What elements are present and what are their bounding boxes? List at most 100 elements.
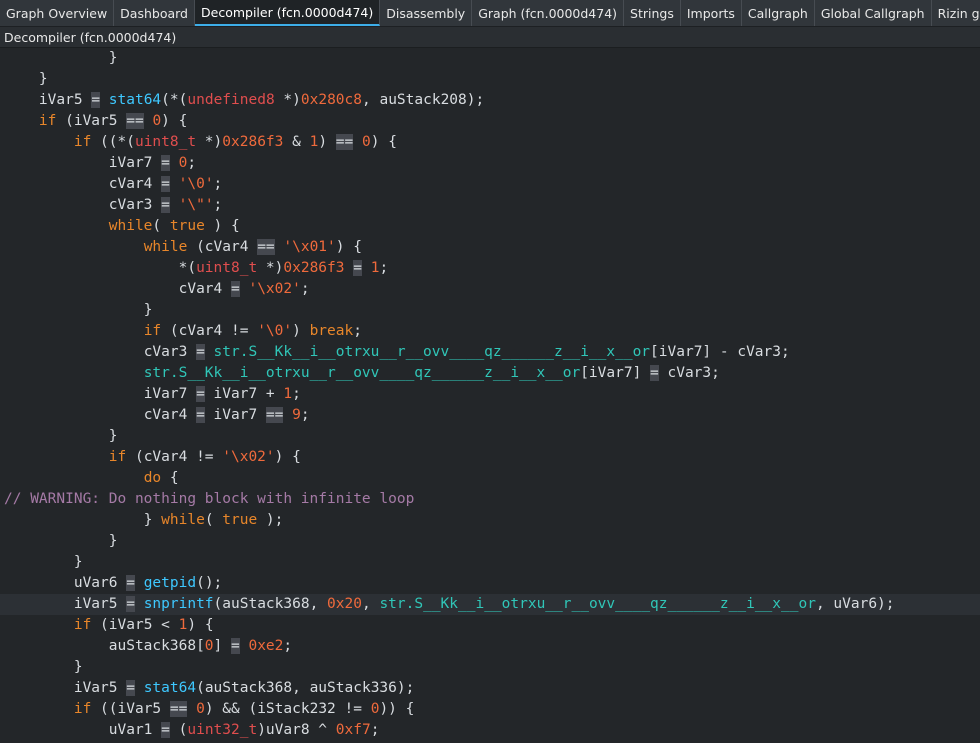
code-token: ) { xyxy=(274,449,301,465)
code-line[interactable]: } xyxy=(0,531,980,552)
code-token: 0x20 xyxy=(327,596,362,612)
code-line[interactable]: iVar7 = iVar7 + 1; xyxy=(0,384,980,405)
code-line[interactable]: while( true ) { xyxy=(0,216,980,237)
code-line[interactable]: uVar6 = getpid(); xyxy=(0,573,980,594)
tab-global-callgraph[interactable]: Global Callgraph xyxy=(815,0,932,26)
code-token: ) { xyxy=(335,239,362,255)
code-token: // WARNING: Do nothing block with infini… xyxy=(4,491,415,507)
code-token: cVar3 xyxy=(108,197,162,213)
code-token: cVar4 xyxy=(108,176,162,192)
code-token: (auStack368, auStack336); xyxy=(196,680,415,696)
code-token: '\x02' xyxy=(248,281,301,297)
code-line[interactable]: cVar3 = '\"'; xyxy=(0,195,980,216)
code-line[interactable]: } xyxy=(0,552,980,573)
code-token: ( xyxy=(152,218,170,234)
code-line[interactable]: if (cVar4 != '\0') break; xyxy=(0,321,980,342)
code-line[interactable]: auStack368[0] = 0xe2; xyxy=(0,636,980,657)
code-line[interactable]: } xyxy=(0,69,980,90)
tab-rizin-graphs[interactable]: Rizin graphs xyxy=(932,0,980,26)
code-token: iVar5 xyxy=(38,92,92,108)
code-line[interactable]: iVar5 = stat64(*(undefined8 *)0x280c8, a… xyxy=(0,90,980,111)
code-token: iVar7 xyxy=(108,155,162,171)
code-token: (iVar5 xyxy=(56,113,127,129)
code-line[interactable]: } xyxy=(0,657,980,678)
code-line[interactable]: cVar3 = str.S__Kk__i__otrxu__r__ovv____q… xyxy=(0,342,980,363)
code-token: *) xyxy=(257,260,284,276)
code-token: 1 xyxy=(283,386,293,402)
code-line[interactable]: } while( true ); xyxy=(0,510,980,531)
code-token: = xyxy=(126,680,135,696)
code-token: ) { xyxy=(161,113,188,129)
code-token: if xyxy=(38,113,57,129)
panel-title: Decompiler (fcn.0000d474) xyxy=(0,27,980,48)
code-line[interactable]: cVar4 = '\0'; xyxy=(0,174,980,195)
code-line[interactable]: str.S__Kk__i__otrxu__r__ovv____qz______z… xyxy=(0,363,980,384)
code-line[interactable]: // WARNING: Do nothing block with infini… xyxy=(0,489,980,510)
tab-imports[interactable]: Imports xyxy=(681,0,742,26)
code-token: while xyxy=(143,239,188,255)
code-token: } xyxy=(108,50,118,66)
code-token: ) { xyxy=(370,134,397,150)
code-line[interactable]: if (iVar5 == 0) { xyxy=(0,111,980,132)
code-token: == xyxy=(169,701,188,717)
code-token: uint32_t xyxy=(187,722,258,738)
code-token: ) { xyxy=(187,617,214,633)
code-token: iVar5 xyxy=(73,680,127,696)
code-token: cVar4 xyxy=(143,407,197,423)
code-token: [iVar7] - cVar3; xyxy=(650,344,790,360)
code-token: ; xyxy=(292,386,301,402)
code-token: = xyxy=(196,344,205,360)
code-token: = xyxy=(196,407,205,423)
code-line[interactable]: iVar5 = stat64(auStack368, auStack336); xyxy=(0,678,980,699)
code-token: cVar3 xyxy=(143,344,197,360)
code-line[interactable]: while (cVar4 == '\x01') { xyxy=(0,237,980,258)
code-token: uint8_t xyxy=(134,134,197,150)
code-token: & xyxy=(283,134,310,150)
code-line[interactable]: if (iVar5 < 1) { xyxy=(0,615,980,636)
code-token: ( xyxy=(169,722,188,738)
code-token: iVar7 xyxy=(143,386,197,402)
code-line[interactable]: if ((iVar5 == 0) && (iStack232 != 0)) { xyxy=(0,699,980,720)
code-line-current[interactable]: iVar5 = snprintf(auStack368, 0x20, str.S… xyxy=(0,594,980,615)
code-token: ] xyxy=(213,638,231,654)
code-line[interactable]: cVar4 = '\x02'; xyxy=(0,279,980,300)
code-editor[interactable]: } } iVar5 = stat64(*(undefined8 *)0x280c… xyxy=(0,48,980,743)
code-line[interactable]: uVar1 = (uint32_t)uVar8 ^ 0xf7; xyxy=(0,720,980,741)
code-line[interactable]: } xyxy=(0,300,980,321)
code-token: ) && (iStack232 != xyxy=(204,701,371,717)
code-token: ( xyxy=(204,512,223,528)
code-token: 0x286f3 xyxy=(283,260,345,276)
code-line[interactable]: iVar7 = 0; xyxy=(0,153,980,174)
code-token: 0x286f3 xyxy=(222,134,284,150)
code-token: (auStack368, xyxy=(213,596,328,612)
code-token: } xyxy=(143,302,153,318)
code-token: snprintf xyxy=(143,596,214,612)
code-line[interactable]: } xyxy=(0,48,980,69)
tab-graph-overview[interactable]: Graph Overview xyxy=(0,0,115,26)
code-line[interactable]: do { xyxy=(0,468,980,489)
tab-disassembly[interactable]: Disassembly xyxy=(380,0,473,26)
tab-graph-fcn-0000d474[interactable]: Graph (fcn.0000d474) xyxy=(472,0,625,26)
code-line[interactable]: if ((*(uint8_t *)0x286f3 & 1) == 0) { xyxy=(0,132,980,153)
code-token: true xyxy=(222,512,258,528)
tab-callgraph[interactable]: Callgraph xyxy=(742,0,815,26)
tab-dashboard[interactable]: Dashboard xyxy=(114,0,195,26)
code-line[interactable]: } xyxy=(0,426,980,447)
code-token: ; xyxy=(300,407,310,423)
code-token: (cVar4 != xyxy=(161,323,258,339)
code-line[interactable]: if (cVar4 != '\x02') { xyxy=(0,447,980,468)
code-line[interactable]: cVar4 = iVar7 == 9; xyxy=(0,405,980,426)
code-token: str.S__Kk__i__otrxu__r__ovv____qz______z… xyxy=(213,344,651,360)
code-token: while xyxy=(161,512,205,528)
tab-decompiler-fcn-0000d474[interactable]: Decompiler (fcn.0000d474) xyxy=(195,0,381,26)
code-token: ) xyxy=(292,323,310,339)
code-line[interactable]: *(uint8_t *)0x286f3 = 1; xyxy=(0,258,980,279)
code-token: auStack368[ xyxy=(108,638,205,654)
code-token: str.S__Kk__i__otrxu__r__ovv____qz______z… xyxy=(143,365,581,381)
tab-strings[interactable]: Strings xyxy=(624,0,681,26)
